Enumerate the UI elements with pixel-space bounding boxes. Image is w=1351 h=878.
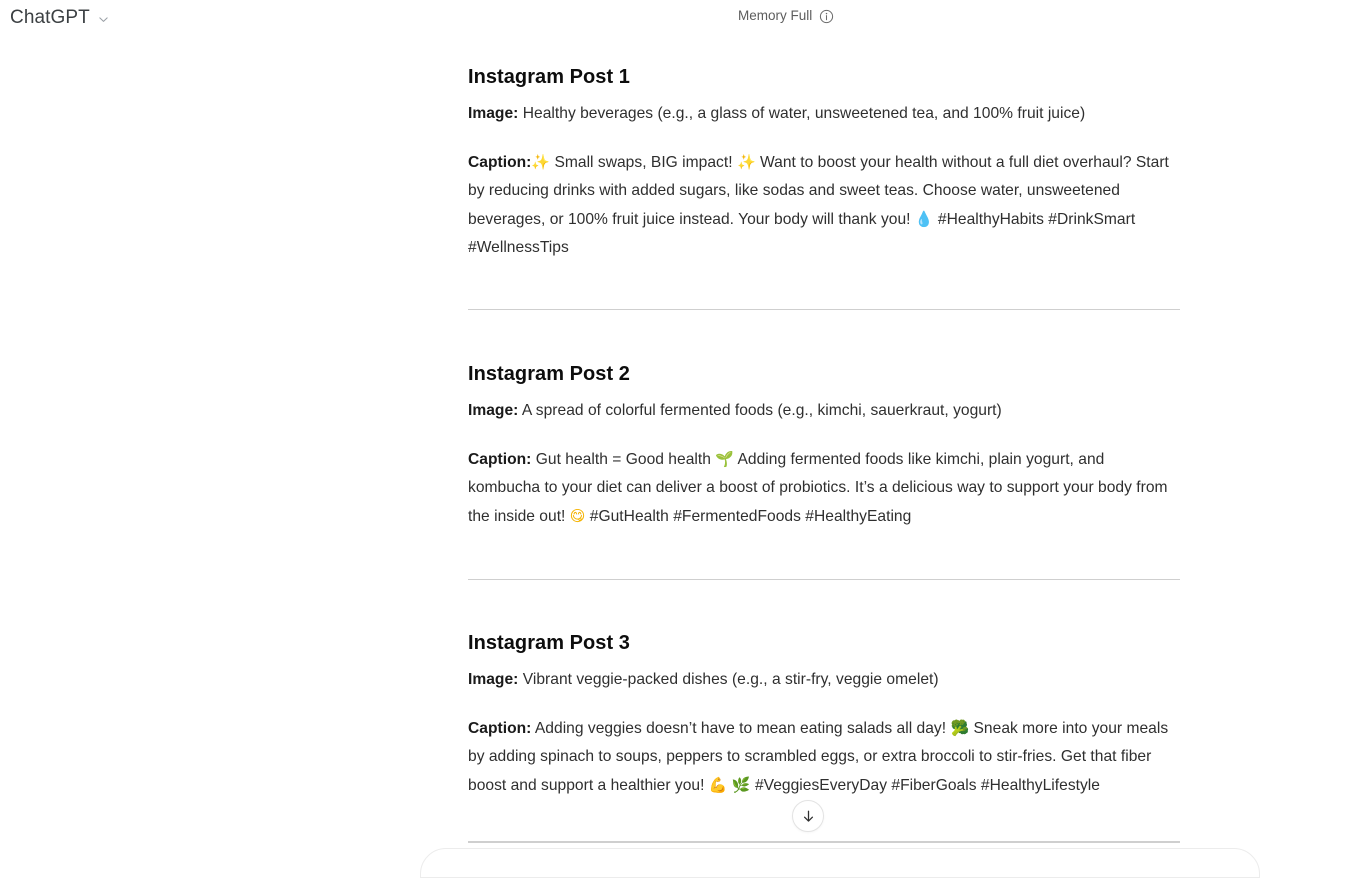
post-divider <box>468 579 1180 580</box>
post-block: Instagram Post 1 Image: Healthy beverages… <box>468 63 1180 262</box>
image-description: A spread of colorful fermented foods (e.… <box>518 402 1002 419</box>
caption-label: Caption: <box>468 451 532 468</box>
caption-text: Small swaps, BIG impact! <box>550 154 737 171</box>
post-block: Instagram Post 3 Image: Vibrant veggie-pa… <box>468 629 1180 800</box>
post-divider <box>468 842 1180 843</box>
sparkles-emoji: ✨ <box>736 153 756 171</box>
chevron-down-icon <box>97 13 110 26</box>
image-label: Image: <box>468 671 519 688</box>
caption-text: Adding veggies doesn’t have to mean eati… <box>531 720 951 737</box>
caption-text: Gut health = Good health <box>531 451 716 468</box>
herb-emoji: 🌿 <box>731 776 751 794</box>
memory-status-button[interactable]: Memory Full <box>738 5 834 27</box>
arrow-down-icon <box>800 808 817 825</box>
conversation-thread: Instagram Post 1 Image: Healthy beverages… <box>0 36 1351 855</box>
memory-status-label: Memory Full <box>738 8 813 23</box>
image-label: Image: <box>468 402 519 419</box>
post-title: Instagram Post 3 <box>468 632 630 654</box>
seedling-emoji: 🌱 <box>715 450 734 468</box>
face-savoring-food-emoji: 😋 <box>569 507 586 525</box>
post-caption-line: Caption:✨ Small swaps, BIG impact! ✨ Wan… <box>468 148 1180 262</box>
caption-label: Caption: <box>468 154 532 171</box>
post-title: Instagram Post 1 <box>468 66 630 88</box>
flexed-biceps-emoji: 💪 <box>708 776 728 794</box>
caption-text: #VeggiesEveryDay #FiberGoals #HealthyLif… <box>750 777 1100 794</box>
info-circle-icon[interactable] <box>819 9 834 24</box>
post-caption-line: Caption: Adding veggies doesn’t have to … <box>468 714 1180 800</box>
droplet-emoji: 💧 <box>914 210 934 228</box>
post-title: Instagram Post 2 <box>468 363 630 385</box>
post-block: Instagram Post 2 Image: A spread of color… <box>468 360 1180 531</box>
brand-label: ChatGPT <box>10 7 90 28</box>
model-switcher-button[interactable]: ChatGPT <box>4 4 116 32</box>
post-image-line: Image: Vibrant veggie-packed dishes (e.g… <box>468 666 1180 694</box>
caption-label: Caption: <box>468 720 532 737</box>
bottom-divider <box>468 841 1180 842</box>
message-composer[interactable] <box>420 848 1260 878</box>
sparkles-emoji: ✨ <box>531 153 551 171</box>
post-image-line: Image: A spread of colorful fermented fo… <box>468 397 1180 425</box>
image-description: Vibrant veggie-packed dishes (e.g., a st… <box>518 671 939 688</box>
post-image-line: Image: Healthy beverages (e.g., a glass … <box>468 100 1180 128</box>
image-label: Image: <box>468 105 519 122</box>
image-description: Healthy beverages (e.g., a glass of wate… <box>518 105 1086 122</box>
top-bar: ChatGPT Memory Full <box>0 0 1351 36</box>
post-caption-line: Caption: Gut health = Good health 🌱 Addi… <box>468 445 1180 531</box>
broccoli-emoji: 🥦 <box>950 719 970 737</box>
caption-text: #GutHealth #FermentedFoods #HealthyEatin… <box>585 508 912 525</box>
post-divider <box>468 309 1180 310</box>
scroll-to-bottom-button[interactable] <box>792 800 824 832</box>
